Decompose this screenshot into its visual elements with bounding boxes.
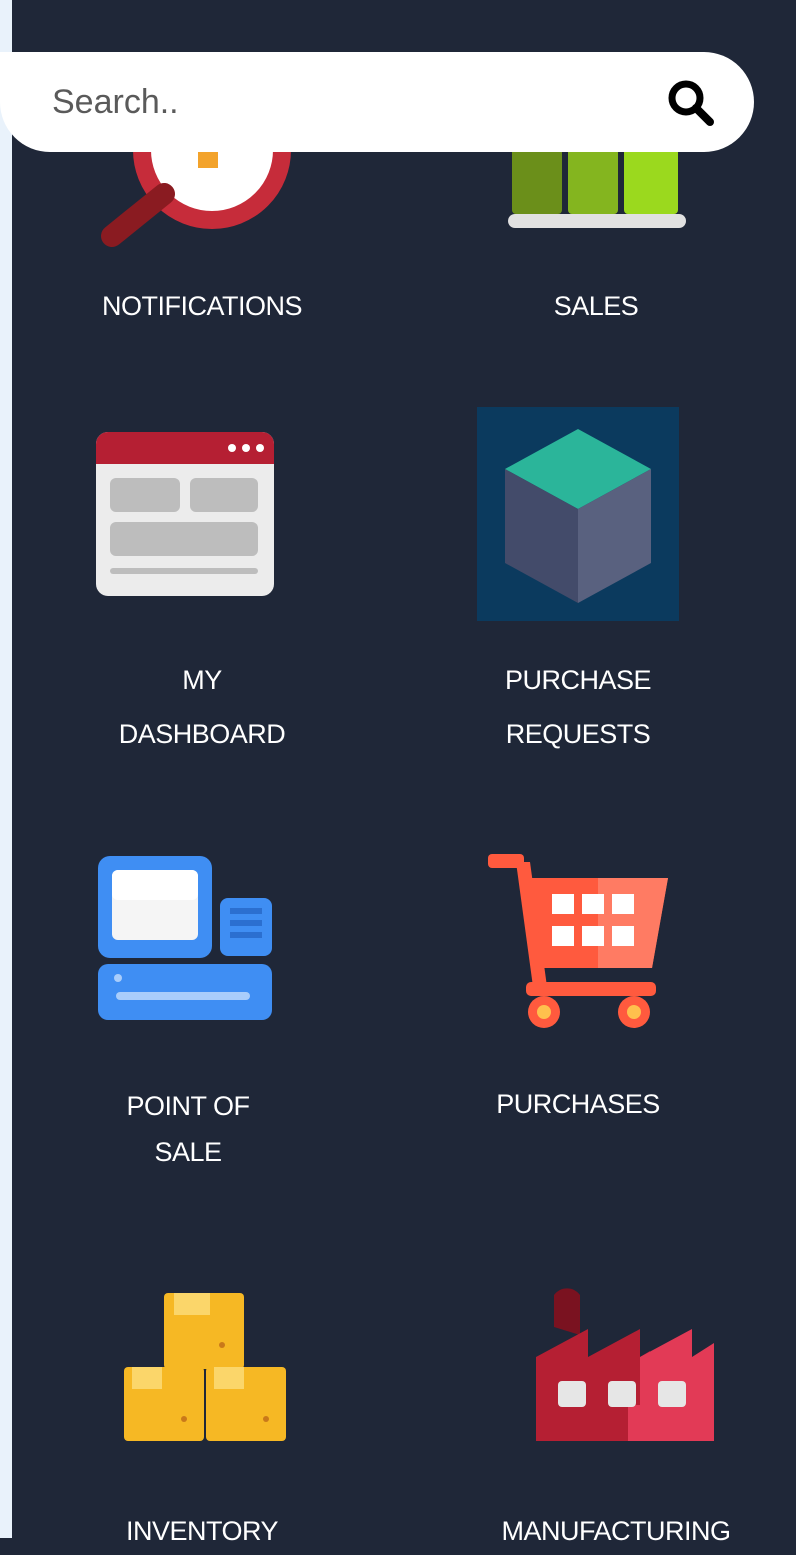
app-tile-my-dashboard[interactable]: MY DASHBOARD [52,410,352,750]
search-input[interactable] [52,76,612,128]
app-tile-purchases[interactable]: PURCHASES [428,850,728,1150]
pos-terminal-icon [98,856,272,1020]
search-icon [668,80,714,126]
app-label-point-of-sale-line1: POINT OF [126,1091,250,1121]
app-label-my-dashboard-line2: DASHBOARD [118,719,286,749]
app-label-my-dashboard-line1: MY [182,665,222,695]
dashboard-window-icon [96,432,274,596]
app-tile-point-of-sale[interactable]: POINT OF SALE [38,850,338,1180]
app-label-sales: SALES [553,291,639,321]
cube-icon [477,407,679,621]
app-tile-inventory[interactable]: INVENTORY [52,1285,352,1546]
app-label-manufacturing: MANUFACTURING [501,1516,732,1546]
app-tile-purchase-requests[interactable]: PURCHASE REQUESTS [428,405,728,750]
shopping-cart-icon [488,854,668,1028]
app-label-inventory: INVENTORY [125,1516,279,1546]
factory-icon [536,1288,714,1441]
app-tile-manufacturing[interactable]: MANUFACTURING [466,1285,766,1546]
search-bar [0,52,754,152]
app-label-purchases: PURCHASES [496,1089,660,1119]
app-label-notifications: NOTIFICATIONS [102,291,303,321]
app-label-purchase-requests-line2: REQUESTS [505,719,651,749]
app-label-purchase-requests-line1: PURCHASE [504,665,652,695]
boxes-icon [124,1293,286,1441]
search-button[interactable] [664,76,718,130]
app-label-point-of-sale-line2: SALE [154,1137,222,1167]
